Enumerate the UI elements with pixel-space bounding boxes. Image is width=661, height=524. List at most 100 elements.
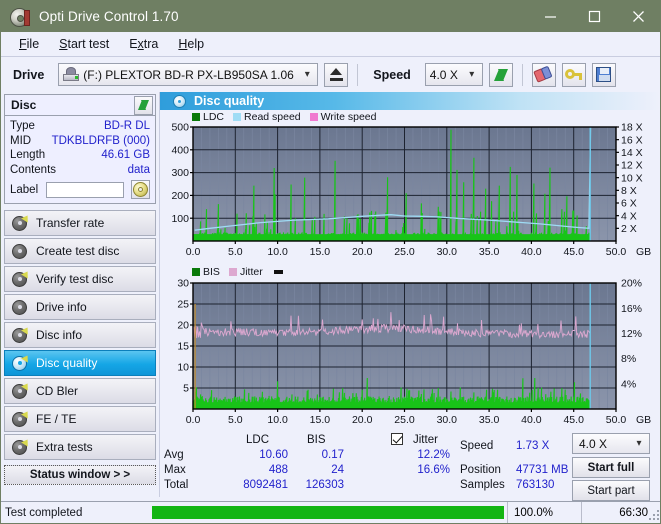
sidebar-item-extra-tests[interactable]: Extra tests bbox=[4, 434, 156, 460]
svg-text:10.0: 10.0 bbox=[267, 246, 288, 258]
resize-grip-icon[interactable] bbox=[649, 510, 659, 520]
stats-speed-value: 1.73 X bbox=[516, 440, 550, 452]
svg-text:8%: 8% bbox=[621, 353, 636, 365]
legend-swatch bbox=[192, 112, 200, 121]
svg-text:25.0: 25.0 bbox=[394, 414, 415, 426]
stats-row-label-total: Total bbox=[164, 479, 189, 491]
disc-row-value: TDKBLDRFB (000) bbox=[51, 134, 150, 147]
svg-text:10.0: 10.0 bbox=[267, 414, 288, 426]
eject-icon bbox=[329, 68, 343, 81]
sidebar-item-fe-te[interactable]: FE / TE bbox=[4, 406, 156, 432]
sidebar-item-cd-bler[interactable]: CD Bler bbox=[4, 378, 156, 404]
erase-button[interactable] bbox=[531, 62, 556, 87]
drive-select-value: (F:) PLEXTOR BD-R PX-LB950SA 1.06 bbox=[83, 67, 294, 82]
disc-icon bbox=[12, 299, 27, 315]
svg-text:45.0: 45.0 bbox=[563, 414, 584, 426]
disc-refresh-button[interactable] bbox=[134, 95, 153, 115]
svg-text:16%: 16% bbox=[621, 303, 642, 315]
sidebar-item-create-test-disc[interactable]: Create test disc bbox=[4, 238, 156, 264]
disc-icon bbox=[12, 243, 27, 259]
close-icon[interactable] bbox=[616, 1, 660, 32]
disc-panel-rows: Type BD-R DL MID TDKBLDRFB (000) Length … bbox=[5, 116, 155, 203]
svg-text:35.0: 35.0 bbox=[479, 246, 500, 258]
sidebar-item-label: Drive info bbox=[36, 300, 87, 314]
disc-icon bbox=[132, 182, 148, 197]
disc-row-key: Contents bbox=[10, 163, 57, 176]
chart1-legend: LDC Read speed Write speed bbox=[160, 110, 660, 123]
sidebar-item-transfer-rate[interactable]: Transfer rate bbox=[4, 210, 156, 236]
legend-item-ldc: LDC bbox=[192, 111, 224, 123]
sidebar-item-label: Disc info bbox=[36, 328, 83, 342]
save-icon bbox=[596, 67, 612, 82]
eraser-icon bbox=[533, 65, 554, 83]
stats-header-ldc: LDC bbox=[246, 434, 270, 446]
sidebar-item-label: Verify test disc bbox=[36, 272, 114, 286]
chevron-down-icon: ▾ bbox=[636, 438, 642, 449]
refresh-button[interactable] bbox=[488, 62, 513, 87]
speed-label: Speed bbox=[373, 67, 411, 82]
disc-row-key: Length bbox=[10, 149, 46, 162]
menu-bar: FFileile Start test Extra Help bbox=[1, 32, 660, 57]
svg-text:40.0: 40.0 bbox=[521, 414, 542, 426]
key-button[interactable] bbox=[561, 62, 586, 87]
start-full-button[interactable]: Start full bbox=[572, 457, 650, 478]
toolbar-divider bbox=[521, 63, 523, 86]
status-bar: Test completed 100.0% 66:30 bbox=[1, 501, 660, 523]
disc-row-value: data bbox=[127, 163, 150, 176]
legend-swatch bbox=[233, 112, 242, 121]
drive-select[interactable]: (F:) PLEXTOR BD-R PX-LB950SA 1.06 ▾ bbox=[58, 63, 319, 86]
disc-icon bbox=[12, 212, 31, 231]
legend-swatch bbox=[228, 268, 237, 276]
stats-max-bis: 24 bbox=[331, 464, 344, 476]
legend-label: Read speed bbox=[244, 110, 301, 123]
svg-text:15.0: 15.0 bbox=[310, 246, 331, 258]
svg-text:2 X: 2 X bbox=[621, 223, 637, 235]
svg-text:50.0: 50.0 bbox=[606, 414, 627, 426]
svg-text:16 X: 16 X bbox=[621, 134, 643, 146]
stats-total-ldc: 8092481 bbox=[243, 479, 288, 491]
stats-header-jitter: Jitter bbox=[413, 434, 438, 446]
legend-swatch bbox=[309, 112, 318, 121]
sidebar-item-disc-info[interactable]: Disc info bbox=[4, 322, 156, 348]
disc-label-key: Label bbox=[10, 183, 39, 196]
speed-select[interactable]: 4.0 X ▾ bbox=[424, 63, 483, 86]
sidebar-item-label: CD Bler bbox=[36, 384, 79, 398]
menu-item-start-test[interactable]: Start test bbox=[49, 35, 119, 53]
test-speed-select[interactable]: 4.0 X ▾ bbox=[572, 433, 650, 454]
disc-icon bbox=[12, 408, 31, 427]
sidebar-item-disc-quality[interactable]: Disc quality bbox=[4, 350, 156, 376]
chart2-legend: BIS Jitter bbox=[160, 263, 660, 279]
jitter-checkbox[interactable] bbox=[391, 433, 403, 448]
disc-label-input[interactable] bbox=[45, 181, 124, 198]
menu-item-file[interactable]: FFileile bbox=[9, 35, 49, 53]
app-window: Opti Drive Control 1.70 FFileile Start t… bbox=[0, 0, 661, 524]
disc-label-button[interactable] bbox=[130, 180, 150, 199]
menu-item-help[interactable]: Help bbox=[168, 35, 214, 53]
svg-text:20.0: 20.0 bbox=[352, 246, 373, 258]
legend-label: BIS bbox=[203, 266, 220, 278]
disc-row-contents: Contents data bbox=[10, 163, 150, 178]
status-window-button[interactable]: Status window > > bbox=[4, 465, 156, 485]
legend-label: LDC bbox=[203, 110, 225, 123]
menu-item-extra[interactable]: Extra bbox=[119, 35, 168, 53]
legend-label: Write speed bbox=[320, 110, 377, 123]
sidebar-item-drive-info[interactable]: Drive info bbox=[4, 294, 156, 320]
save-button[interactable] bbox=[591, 62, 616, 87]
legend-item-read-speed: Read speed bbox=[233, 111, 301, 123]
body: Disc Type BD-R DL MID TDKBLDRFB (000) Le… bbox=[1, 92, 660, 501]
key-icon bbox=[565, 68, 583, 82]
svg-text:5: 5 bbox=[183, 383, 189, 395]
scale-marker-icon bbox=[273, 270, 283, 274]
svg-text:10 X: 10 X bbox=[621, 172, 643, 184]
svg-text:12%: 12% bbox=[621, 328, 642, 340]
maximize-icon[interactable] bbox=[572, 1, 616, 32]
window-controls bbox=[528, 1, 660, 32]
eject-button[interactable] bbox=[324, 62, 349, 87]
start-part-button[interactable]: Start part bbox=[572, 480, 650, 501]
svg-text:25: 25 bbox=[177, 299, 189, 311]
disc-row-length: Length 46.61 GB bbox=[10, 148, 150, 163]
sidebar-item-verify-test-disc[interactable]: Verify test disc bbox=[4, 266, 156, 292]
svg-text:50.0: 50.0 bbox=[606, 246, 627, 258]
minimize-icon[interactable] bbox=[528, 1, 572, 32]
stats-header-bis: BIS bbox=[307, 434, 326, 446]
